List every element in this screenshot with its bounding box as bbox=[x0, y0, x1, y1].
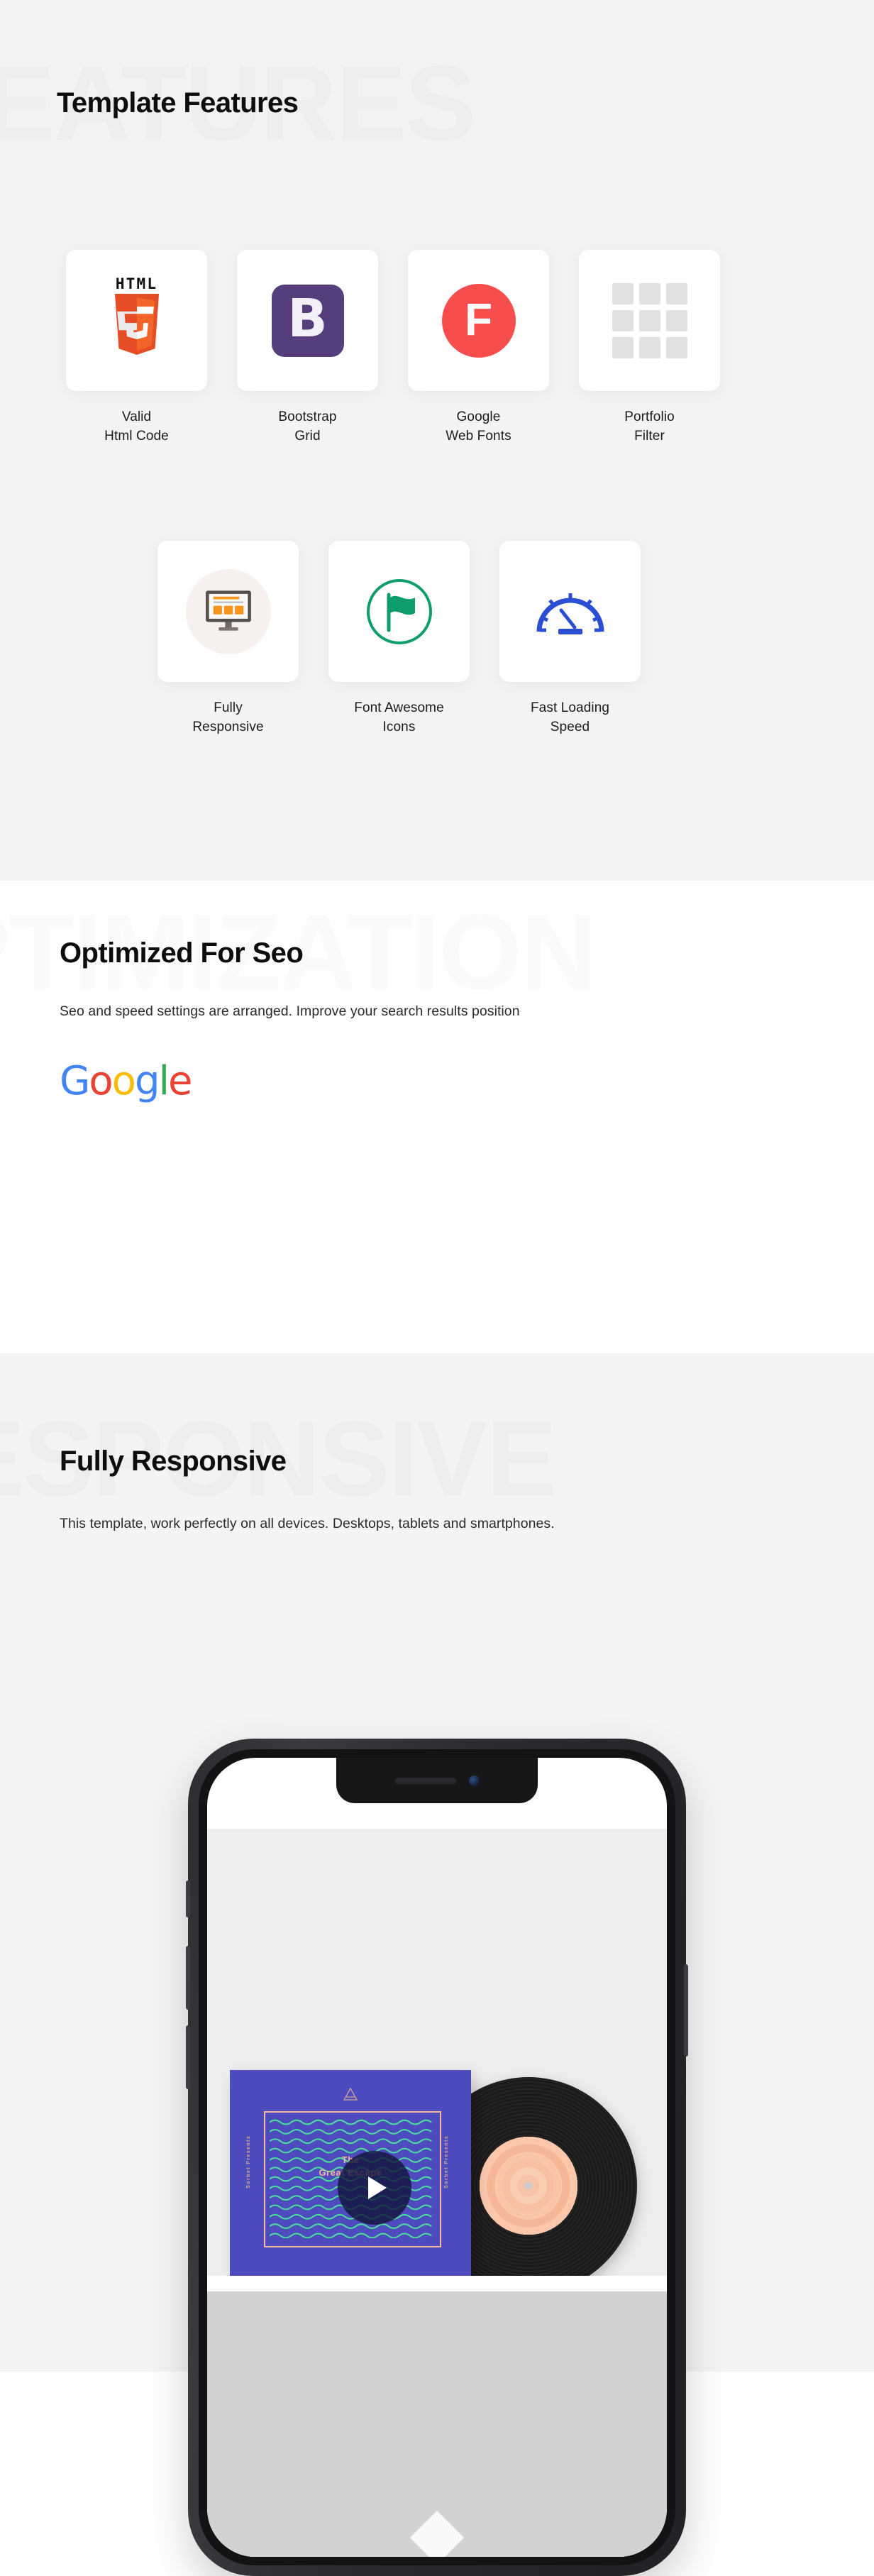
feature-card-label: Fast Loading Speed bbox=[530, 700, 610, 734]
phone-volume-down-button[interactable] bbox=[186, 2025, 190, 2089]
google-logo-letter: e bbox=[168, 1058, 192, 1104]
feature-card-label: Google Web Fonts bbox=[446, 409, 511, 444]
feature-card-row-1: HTML Valid Html Code B Bootstrap Grid F … bbox=[66, 250, 720, 446]
flag-circle-icon bbox=[366, 578, 432, 644]
play-triangle-icon bbox=[367, 2176, 387, 2199]
responsive-description: This template, work perfectly on all dev… bbox=[60, 1516, 555, 1531]
secondary-content-block bbox=[207, 2291, 667, 2557]
feature-card-row-2: Fully Responsive Font Awesome Icons Fast… bbox=[157, 541, 641, 737]
bootstrap-logo-icon: B bbox=[271, 284, 344, 357]
phone-power-button[interactable] bbox=[684, 1964, 688, 2057]
feature-card-surface: B bbox=[237, 250, 378, 391]
content-divider bbox=[207, 2276, 667, 2291]
feature-card-bootstrap-grid[interactable]: B Bootstrap Grid bbox=[237, 250, 378, 446]
album-artwork-block: The Great Escape Sorbet Presents Sorbet … bbox=[230, 2070, 667, 2304]
phone-notch bbox=[336, 1758, 538, 1803]
feature-card-surface bbox=[579, 250, 720, 391]
phone-volume-up-button[interactable] bbox=[186, 1946, 190, 2010]
google-logo-letter: l bbox=[158, 1058, 170, 1104]
features-page-title: Template Features bbox=[57, 87, 299, 119]
feature-card-label: Fully Responsive bbox=[192, 700, 264, 734]
feature-card-label: Bootstrap Grid bbox=[278, 409, 337, 444]
feature-card-surface bbox=[499, 541, 641, 682]
earpiece-speaker-icon bbox=[394, 1777, 456, 1784]
feature-card-label: Valid Html Code bbox=[104, 409, 169, 444]
phone-screen: The Great Escape Sorbet Presents Sorbet … bbox=[207, 1758, 667, 2557]
phone-bezel: The Great Escape Sorbet Presents Sorbet … bbox=[199, 1749, 675, 2565]
google-logo-letter: o bbox=[89, 1058, 113, 1104]
google-fonts-icon: F bbox=[441, 283, 516, 358]
feature-card-valid-html-code[interactable]: HTML Valid Html Code bbox=[66, 250, 207, 446]
feature-card-fast-loading-speed[interactable]: Fast Loading Speed bbox=[499, 541, 641, 737]
seo-page-title: Optimized For Seo bbox=[60, 937, 304, 969]
responsive-monitor-icon bbox=[185, 568, 271, 654]
template-features-section: FEATURES Template Features HTML Valid Ht… bbox=[0, 0, 874, 881]
phone-content-area: The Great Escape Sorbet Presents Sorbet … bbox=[207, 1829, 667, 2557]
feature-card-surface: HTML bbox=[66, 250, 207, 391]
play-button[interactable] bbox=[338, 2151, 411, 2225]
triangle-logo-icon bbox=[343, 2087, 358, 2101]
feature-card-surface bbox=[157, 541, 299, 682]
feature-card-fully-responsive[interactable]: Fully Responsive bbox=[157, 541, 299, 737]
google-logo-letter: G bbox=[60, 1058, 90, 1104]
google-logo-letter: g bbox=[134, 1058, 160, 1104]
feature-card-surface: F bbox=[408, 250, 549, 391]
phone-mute-switch[interactable] bbox=[186, 1881, 190, 1917]
diamond-shape-icon bbox=[409, 2510, 465, 2557]
feature-card-surface bbox=[328, 541, 470, 682]
phone-mockup: The Great Escape Sorbet Presents Sorbet … bbox=[186, 1739, 688, 2576]
feature-card-label: Portfolio Filter bbox=[624, 409, 675, 444]
feature-card-font-awesome-icons[interactable]: Font Awesome Icons bbox=[328, 541, 470, 737]
seo-description: Seo and speed settings are arranged. Imp… bbox=[60, 1003, 520, 1019]
google-logo-letter: o bbox=[111, 1058, 136, 1104]
optimized-for-seo-section: OPTIMIZATION Optimized For Seo Seo and s… bbox=[0, 881, 874, 1353]
responsive-page-title: Fully Responsive bbox=[60, 1446, 287, 1477]
feature-card-label: Font Awesome Icons bbox=[354, 700, 444, 734]
front-camera-icon bbox=[468, 1775, 480, 1786]
google-logo: Google bbox=[60, 1062, 193, 1101]
html5-logo-icon: HTML bbox=[100, 276, 174, 365]
feature-card-portfolio-filter[interactable]: Portfolio Filter bbox=[579, 250, 720, 446]
grid-filter-icon bbox=[612, 282, 687, 358]
feature-card-google-web-fonts[interactable]: F Google Web Fonts bbox=[408, 250, 549, 446]
speedometer-icon bbox=[536, 593, 604, 634]
